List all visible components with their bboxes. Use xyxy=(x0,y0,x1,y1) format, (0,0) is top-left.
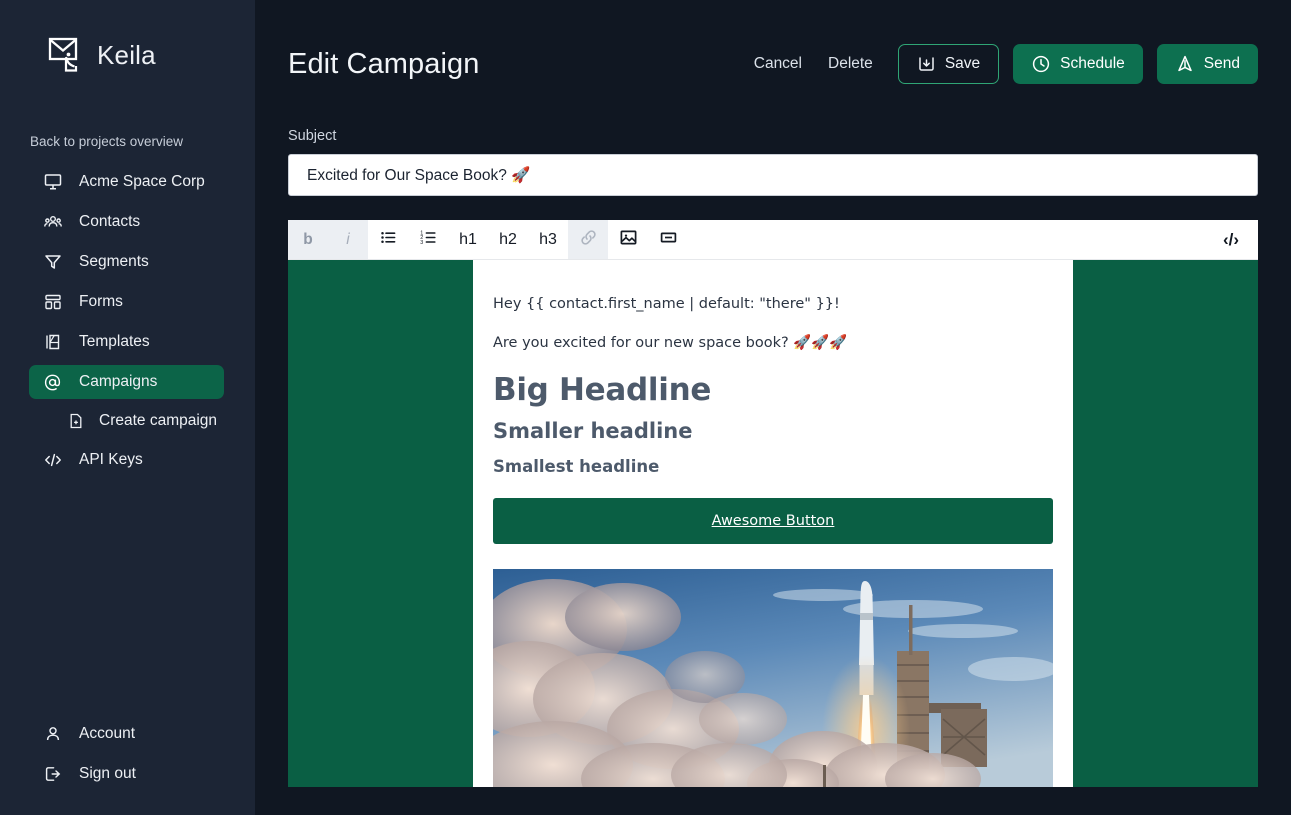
send-label: Send xyxy=(1203,55,1240,72)
ordered-list-button[interactable]: 1 2 3 xyxy=(408,220,448,259)
link-button[interactable] xyxy=(568,220,608,259)
editor-toolbar: b i 1 2 3 h1 h2 h3 ‹/› xyxy=(288,220,1258,260)
divider-button[interactable] xyxy=(648,220,688,259)
sidebar-item-label: Contacts xyxy=(79,213,141,230)
email-heading-3: Smallest headline xyxy=(493,456,660,476)
email-heading-2: Smaller headline xyxy=(493,418,693,443)
app-root: Keila Back to projects overview Acme Spa… xyxy=(0,0,1291,815)
send-icon xyxy=(1175,54,1195,74)
header-actions: Cancel Delete Save Schedule Send xyxy=(741,44,1258,84)
email-cta-button[interactable]: Awesome Button xyxy=(493,497,1053,544)
sidebar-sub-label: Create campaign xyxy=(99,412,218,429)
sidebar-item-label: Sign out xyxy=(79,765,136,782)
monitor-icon xyxy=(43,173,62,192)
rocket-launch-image xyxy=(493,568,1053,787)
file-plus-icon xyxy=(67,413,84,430)
ordered-list-icon: 1 2 3 xyxy=(419,228,438,252)
email-preview-canvas: Hey {{ contact.first_name | default: "th… xyxy=(288,260,1258,787)
svg-text:3: 3 xyxy=(420,239,423,245)
funnel-icon xyxy=(43,253,62,272)
code-icon xyxy=(43,451,62,470)
sidebar-item-label: Segments xyxy=(79,253,149,270)
divider-icon xyxy=(659,228,678,252)
keila-logo-icon xyxy=(47,36,88,74)
main-content: Edit Campaign Cancel Delete Save Schedul… xyxy=(255,0,1291,815)
brand[interactable]: Keila xyxy=(0,0,255,74)
brand-name: Keila xyxy=(97,39,156,70)
bullet-list-button[interactable] xyxy=(368,220,408,259)
image-icon xyxy=(619,228,638,252)
email-editor: b i 1 2 3 h1 h2 h3 ‹/› Hey {{contact.fi… xyxy=(288,220,1258,787)
form-icon xyxy=(43,293,62,312)
sidebar-item-api-keys[interactable]: API Keys xyxy=(29,443,224,477)
sidebar-item-label: Templates xyxy=(79,333,150,350)
cancel-button[interactable]: Cancel xyxy=(741,47,815,81)
sidebar-item-label: Campaigns xyxy=(79,373,158,390)
template-icon xyxy=(43,333,62,352)
email-heading-1: Big Headline xyxy=(493,371,712,408)
sidebar-item-label: Account xyxy=(79,725,136,742)
bullet-list-icon xyxy=(379,228,398,252)
sidebar-item-create-campaign[interactable]: Create campaign xyxy=(29,405,224,437)
italic-button[interactable]: i xyxy=(328,220,368,259)
email-body[interactable]: Hey {{ contact.first_name | default: "th… xyxy=(473,260,1073,787)
sidebar-item-label: Forms xyxy=(79,293,123,310)
bold-button[interactable]: b xyxy=(288,220,328,259)
sidebar: Keila Back to projects overview Acme Spa… xyxy=(0,0,255,815)
schedule-button[interactable]: Schedule xyxy=(1013,44,1143,84)
h3-button[interactable]: h3 xyxy=(528,220,568,259)
sidebar-item-templates[interactable]: Templates xyxy=(29,325,224,359)
sidebar-nav: Acme Space Corp Contacts Segments Forms … xyxy=(0,165,255,483)
sidebar-bottom-nav: Account Sign out xyxy=(0,717,255,815)
h2-button[interactable]: h2 xyxy=(488,220,528,259)
email-intro: Are you excited for our new space book? … xyxy=(493,334,848,351)
sidebar-item-account[interactable]: Account xyxy=(29,717,226,751)
page-header: Edit Campaign Cancel Delete Save Schedul… xyxy=(255,0,1291,128)
send-button[interactable]: Send xyxy=(1156,44,1258,84)
schedule-label: Schedule xyxy=(1060,55,1125,72)
users-icon xyxy=(43,213,62,232)
sidebar-item-label: API Keys xyxy=(79,451,143,468)
link-icon xyxy=(579,228,598,252)
sidebar-item-segments[interactable]: Segments xyxy=(29,245,224,279)
sidebar-item-forms[interactable]: Forms xyxy=(29,285,224,319)
clock-icon xyxy=(1031,54,1051,74)
logout-icon xyxy=(43,765,62,784)
email-greeting: Hey {{ contact.first_name | default: "th… xyxy=(493,296,840,312)
h1-button[interactable]: h1 xyxy=(448,220,488,259)
at-icon xyxy=(43,373,62,392)
sidebar-item-sign-out[interactable]: Sign out xyxy=(29,757,226,791)
html-source-button[interactable]: ‹/› xyxy=(1212,220,1258,259)
user-icon xyxy=(43,725,62,744)
sidebar-item-campaigns[interactable]: Campaigns xyxy=(29,365,224,399)
sidebar-item-label: Acme Space Corp xyxy=(79,173,205,190)
page-title: Edit Campaign xyxy=(288,47,480,80)
back-to-projects-link[interactable]: Back to projects overview xyxy=(0,134,255,149)
delete-button[interactable]: Delete xyxy=(815,47,886,81)
subject-input[interactable] xyxy=(288,154,1258,196)
sidebar-item-contacts[interactable]: Contacts xyxy=(29,205,224,239)
save-icon xyxy=(917,55,936,74)
save-button[interactable]: Save xyxy=(897,44,1000,84)
subject-label: Subject xyxy=(288,128,337,144)
image-button[interactable] xyxy=(608,220,648,259)
sidebar-item-acme-space-corp[interactable]: Acme Space Corp xyxy=(29,165,224,199)
toolbar-spacer xyxy=(688,220,1212,259)
subject-section: Subject xyxy=(255,128,1291,196)
save-label: Save xyxy=(944,55,981,72)
